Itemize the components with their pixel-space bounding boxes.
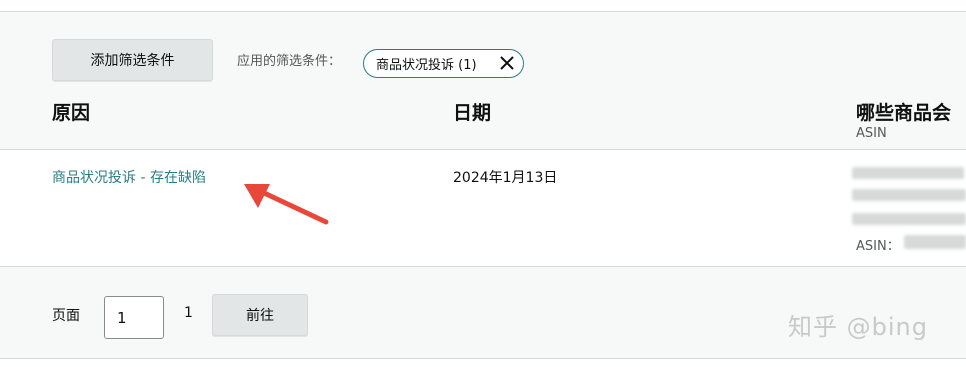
blurred-product-title bbox=[852, 213, 966, 225]
add-filter-button[interactable]: 添加筛选条件 bbox=[52, 39, 213, 81]
top-cut-strip bbox=[0, 0, 966, 12]
blurred-product-title bbox=[852, 189, 966, 201]
filter-header-area: 添加筛选条件 应用的筛选条件： 商品状况投诉 (1) 原因 日期 哪些商品会 A… bbox=[0, 12, 966, 150]
blurred-asin-value bbox=[904, 235, 966, 249]
column-header-products[interactable]: 哪些商品会 bbox=[856, 98, 951, 125]
filter-chip-condition-complaint[interactable]: 商品状况投诉 (1) bbox=[363, 49, 524, 78]
column-subheader-asin: ASIN bbox=[856, 126, 887, 141]
watermark: 知乎 @bing bbox=[788, 313, 928, 341]
page-number-input[interactable] bbox=[104, 296, 164, 339]
reason-link[interactable]: 商品状况投诉 - 存在缺陷 bbox=[52, 167, 206, 187]
total-pages: 1 bbox=[184, 305, 193, 321]
close-icon[interactable] bbox=[497, 53, 517, 73]
red-arrow-annotation bbox=[244, 184, 329, 225]
column-header-reason[interactable]: 原因 bbox=[52, 98, 90, 125]
page-label: 页面 bbox=[52, 308, 80, 324]
go-button[interactable]: 前往 bbox=[212, 294, 308, 336]
table-row: 商品状况投诉 - 存在缺陷 2024年1月13日 ASIN： bbox=[0, 151, 966, 267]
applied-filters-label: 应用的筛选条件： bbox=[237, 54, 342, 69]
date-cell: 2024年1月13日 bbox=[453, 170, 558, 186]
asin-label: ASIN： bbox=[856, 239, 900, 254]
filter-chip-label: 商品状况投诉 (1) bbox=[376, 58, 477, 73]
blurred-product-title bbox=[852, 167, 964, 179]
column-header-date[interactable]: 日期 bbox=[453, 98, 491, 125]
